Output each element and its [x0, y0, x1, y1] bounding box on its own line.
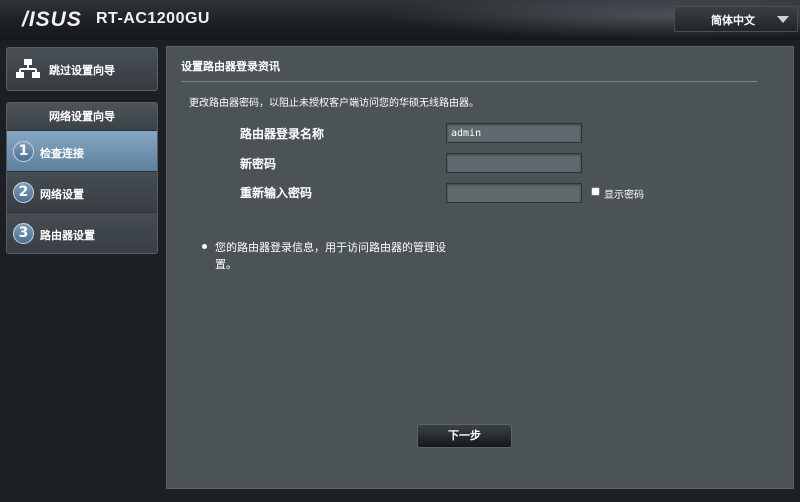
show-password-checkbox[interactable] [591, 187, 600, 196]
step-network-settings[interactable]: 2 网络设置 [7, 172, 157, 213]
step-number-1: 1 [13, 141, 34, 162]
asus-logo: /ISUS [22, 8, 82, 31]
bullet-dot [202, 244, 207, 249]
wizard-title: 网络设置向导 [7, 103, 157, 131]
language-label: 简体中文 [711, 14, 755, 27]
wizard-steps-panel: 网络设置向导 1 检查连接 2 网络设置 3 路由器设置 [6, 102, 158, 254]
step-number-3: 3 [13, 223, 34, 244]
network-topology-icon [16, 59, 40, 78]
top-banner: /ISUS RT-AC1200GU 简体中文 [0, 0, 800, 40]
main-panel: 设置路由器登录资讯 更改路由器密码，以阻止未授权客户端访问您的华硕无线路由器。 … [166, 46, 794, 489]
login-info-note: 您的路由器登录信息，用于访问路由器的管理设置。 [215, 241, 446, 271]
language-select[interactable]: 简体中文 [674, 6, 798, 32]
confirm-password-input[interactable] [446, 183, 582, 203]
router-model: RT-AC1200GU [96, 10, 210, 27]
chevron-down-icon [777, 16, 789, 23]
new-password-input[interactable] [446, 153, 582, 173]
login-name-input[interactable] [446, 123, 582, 143]
step-label: 路由器设置 [40, 229, 95, 242]
next-button[interactable]: 下一步 [417, 424, 512, 448]
skip-wizard-button[interactable]: 跳过设置向导 [6, 47, 158, 91]
page-description: 更改路由器密码，以阻止未授权客户端访问您的华硕无线路由器。 [189, 98, 479, 109]
login-name-label: 路由器登录名称 [240, 127, 325, 141]
page-title: 设置路由器登录资讯 [181, 60, 280, 73]
new-password-label: 新密码 [240, 157, 277, 171]
step-router-settings[interactable]: 3 路由器设置 [7, 213, 157, 253]
confirm-password-label: 重新输入密码 [240, 186, 313, 200]
skip-wizard-label: 跳过设置向导 [49, 64, 115, 77]
step-check-connection[interactable]: 1 检查连接 [7, 131, 157, 172]
step-number-2: 2 [13, 182, 34, 203]
step-label: 网络设置 [40, 188, 84, 201]
step-label: 检查连接 [40, 147, 84, 160]
show-password-label: 显示密码 [604, 190, 644, 201]
title-divider [181, 81, 757, 82]
